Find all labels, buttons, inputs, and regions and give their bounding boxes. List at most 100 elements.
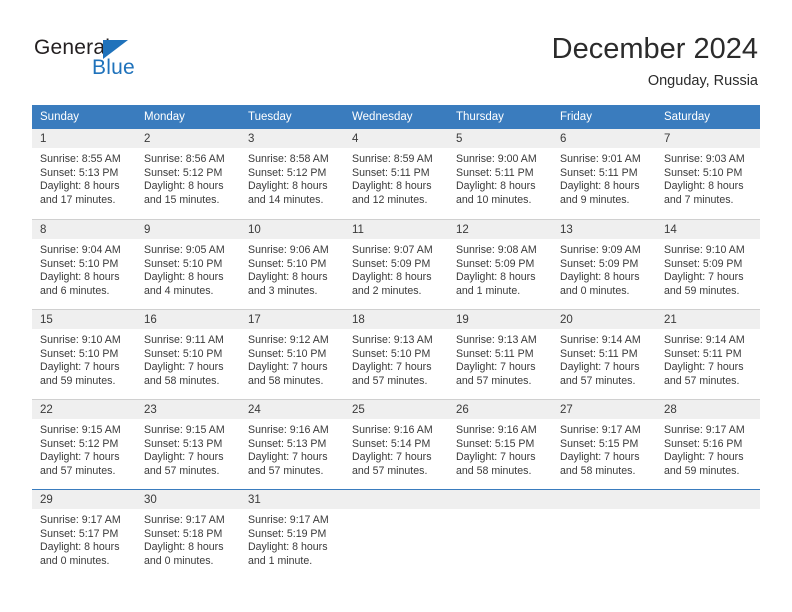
day-number: 23 (136, 400, 240, 419)
weekday-header-row: Sunday Monday Tuesday Wednesday Thursday… (32, 105, 760, 129)
calendar-day-cell[interactable]: 13 Sunrise: 9:09 AM Sunset: 5:09 PM Dayligh… (552, 219, 656, 309)
daylight-text-line2: and 59 minutes. (664, 464, 740, 477)
sunset-text: Sunset: 5:10 PM (248, 347, 327, 360)
sunset-text: Sunset: 5:13 PM (144, 437, 223, 450)
sunset-text: Sunset: 5:16 PM (664, 437, 743, 450)
calendar-day-cell[interactable]: 29 Sunrise: 9:17 AM Sunset: 5:17 PM Dayligh… (32, 489, 136, 579)
daylight-text-line1: Daylight: 7 hours (144, 361, 224, 374)
calendar-day-cell[interactable]: 17 Sunrise: 9:12 AM Sunset: 5:10 PM Dayligh… (240, 309, 344, 399)
calendar-day-cell[interactable]: 22 Sunrise: 9:15 AM Sunset: 5:12 PM Dayligh… (32, 399, 136, 489)
daylight-text-line2: and 57 minutes. (248, 464, 324, 477)
calendar-day-cell[interactable]: 24 Sunrise: 9:16 AM Sunset: 5:13 PM Dayligh… (240, 399, 344, 489)
day-number: 6 (552, 129, 656, 148)
sunset-text: Sunset: 5:15 PM (456, 437, 535, 450)
sunset-text: Sunset: 5:18 PM (144, 527, 223, 540)
day-number: 10 (240, 220, 344, 239)
daylight-text-line2: and 12 minutes. (352, 193, 428, 206)
calendar-day-cell[interactable]: 3 Sunrise: 8:58 AM Sunset: 5:12 PM Daylight… (240, 129, 344, 219)
calendar-day-cell[interactable]: 14 Sunrise: 9:10 AM Sunset: 5:09 PM Dayligh… (656, 219, 760, 309)
sunset-text: Sunset: 5:11 PM (560, 347, 638, 360)
daylight-text-line2: and 0 minutes. (40, 554, 110, 567)
calendar-day-cell-empty (344, 489, 448, 579)
calendar-day-cell[interactable]: 26 Sunrise: 9:16 AM Sunset: 5:15 PM Dayligh… (448, 399, 552, 489)
sunset-text: Sunset: 5:11 PM (664, 347, 742, 360)
daylight-text-line2: and 7 minutes. (664, 193, 734, 206)
daylight-text-line2: and 58 minutes. (144, 374, 220, 387)
daylight-text-line1: Daylight: 8 hours (144, 271, 224, 284)
sunset-text: Sunset: 5:12 PM (144, 166, 223, 179)
calendar-day-cell[interactable]: 28 Sunrise: 9:17 AM Sunset: 5:16 PM Dayligh… (656, 399, 760, 489)
calendar-day-cell[interactable]: 1 Sunrise: 8:55 AM Sunset: 5:13 PM Daylight… (32, 129, 136, 219)
daylight-text-line2: and 57 minutes. (664, 374, 740, 387)
calendar-day-cell[interactable]: 31 Sunrise: 9:17 AM Sunset: 5:19 PM Dayligh… (240, 489, 344, 579)
calendar-day-cell-empty (448, 489, 552, 579)
sunset-text: Sunset: 5:10 PM (144, 257, 223, 270)
calendar-day-cell[interactable]: 12 Sunrise: 9:08 AM Sunset: 5:09 PM Dayligh… (448, 219, 552, 309)
sunset-text: Sunset: 5:17 PM (40, 527, 119, 540)
calendar-day-cell[interactable]: 19 Sunrise: 9:13 AM Sunset: 5:11 PM Dayligh… (448, 309, 552, 399)
sunset-text: Sunset: 5:10 PM (248, 257, 327, 270)
calendar-day-cell[interactable]: 23 Sunrise: 9:15 AM Sunset: 5:13 PM Dayligh… (136, 399, 240, 489)
daylight-text-line1: Daylight: 7 hours (664, 361, 744, 374)
day-number: 25 (344, 400, 448, 419)
sunset-text: Sunset: 5:12 PM (40, 437, 119, 450)
sunrise-text: Sunrise: 9:01 AM (560, 153, 641, 165)
calendar-day-cell[interactable]: 6 Sunrise: 9:01 AM Sunset: 5:11 PM Daylight… (552, 129, 656, 219)
sunrise-text: Sunrise: 9:17 AM (248, 514, 329, 526)
calendar-day-cell[interactable]: 20 Sunrise: 9:14 AM Sunset: 5:11 PM Dayligh… (552, 309, 656, 399)
day-number (656, 490, 760, 509)
sunrise-text: Sunrise: 9:17 AM (144, 514, 225, 526)
weekday-header-thursday: Thursday (448, 105, 552, 129)
day-number: 20 (552, 310, 656, 329)
calendar-page: General Blue December 2024 Onguday, Russ… (0, 0, 792, 612)
calendar-day-cell[interactable]: 27 Sunrise: 9:17 AM Sunset: 5:15 PM Dayligh… (552, 399, 656, 489)
sunrise-text: Sunrise: 8:59 AM (352, 153, 433, 165)
logo-text-blue: Blue (92, 56, 135, 79)
calendar-day-cell[interactable]: 7 Sunrise: 9:03 AM Sunset: 5:10 PM Daylight… (656, 129, 760, 219)
sunrise-text: Sunrise: 9:15 AM (40, 424, 121, 436)
calendar-day-cell[interactable]: 25 Sunrise: 9:16 AM Sunset: 5:14 PM Dayligh… (344, 399, 448, 489)
daylight-text-line2: and 57 minutes. (456, 374, 532, 387)
daylight-text-line1: Daylight: 7 hours (248, 451, 328, 464)
day-number: 7 (656, 129, 760, 148)
daylight-text-line2: and 57 minutes. (352, 464, 428, 477)
calendar-day-cell[interactable]: 18 Sunrise: 9:13 AM Sunset: 5:10 PM Dayligh… (344, 309, 448, 399)
location-label: Onguday, Russia (647, 73, 758, 89)
daylight-text-line2: and 0 minutes. (144, 554, 214, 567)
page-header: General Blue December 2024 Onguday, Russ… (0, 0, 792, 100)
daylight-text-line1: Daylight: 8 hours (144, 180, 224, 193)
calendar-day-cell[interactable]: 4 Sunrise: 8:59 AM Sunset: 5:11 PM Daylight… (344, 129, 448, 219)
calendar-day-cell[interactable]: 9 Sunrise: 9:05 AM Sunset: 5:10 PM Daylight… (136, 219, 240, 309)
sunrise-text: Sunrise: 9:09 AM (560, 244, 641, 256)
sunrise-text: Sunrise: 9:11 AM (144, 334, 224, 346)
daylight-text-line1: Daylight: 7 hours (560, 451, 640, 464)
daylight-text-line2: and 0 minutes. (560, 284, 630, 297)
calendar-day-cell[interactable]: 15 Sunrise: 9:10 AM Sunset: 5:10 PM Dayligh… (32, 309, 136, 399)
day-number: 14 (656, 220, 760, 239)
calendar-day-cell[interactable]: 16 Sunrise: 9:11 AM Sunset: 5:10 PM Dayligh… (136, 309, 240, 399)
day-number: 13 (552, 220, 656, 239)
sunrise-sunset-calendar-table: Sunday Monday Tuesday Wednesday Thursday… (32, 105, 760, 579)
calendar-day-cell[interactable]: 8 Sunrise: 9:04 AM Sunset: 5:10 PM Daylight… (32, 219, 136, 309)
day-number: 22 (32, 400, 136, 419)
sunrise-text: Sunrise: 9:14 AM (560, 334, 641, 346)
daylight-text-line1: Daylight: 7 hours (664, 271, 744, 284)
calendar-day-cell[interactable]: 21 Sunrise: 9:14 AM Sunset: 5:11 PM Dayligh… (656, 309, 760, 399)
daylight-text-line2: and 6 minutes. (40, 284, 110, 297)
calendar-day-cell[interactable]: 2 Sunrise: 8:56 AM Sunset: 5:12 PM Daylight… (136, 129, 240, 219)
calendar-day-cell[interactable]: 10 Sunrise: 9:06 AM Sunset: 5:10 PM Dayligh… (240, 219, 344, 309)
daylight-text-line2: and 1 minute. (456, 284, 521, 297)
day-number: 30 (136, 490, 240, 509)
daylight-text-line1: Daylight: 8 hours (248, 271, 328, 284)
calendar-day-cell[interactable]: 11 Sunrise: 9:07 AM Sunset: 5:09 PM Dayligh… (344, 219, 448, 309)
day-number: 2 (136, 129, 240, 148)
daylight-text-line2: and 9 minutes. (560, 193, 630, 206)
calendar-day-cell[interactable]: 30 Sunrise: 9:17 AM Sunset: 5:18 PM Dayligh… (136, 489, 240, 579)
daylight-text-line2: and 57 minutes. (40, 464, 116, 477)
day-number: 24 (240, 400, 344, 419)
day-number: 29 (32, 490, 136, 509)
sunrise-text: Sunrise: 9:17 AM (560, 424, 641, 436)
general-blue-logo[interactable]: General Blue (34, 36, 234, 88)
calendar-day-cell[interactable]: 5 Sunrise: 9:00 AM Sunset: 5:11 PM Daylight… (448, 129, 552, 219)
sunset-text: Sunset: 5:10 PM (664, 166, 743, 179)
